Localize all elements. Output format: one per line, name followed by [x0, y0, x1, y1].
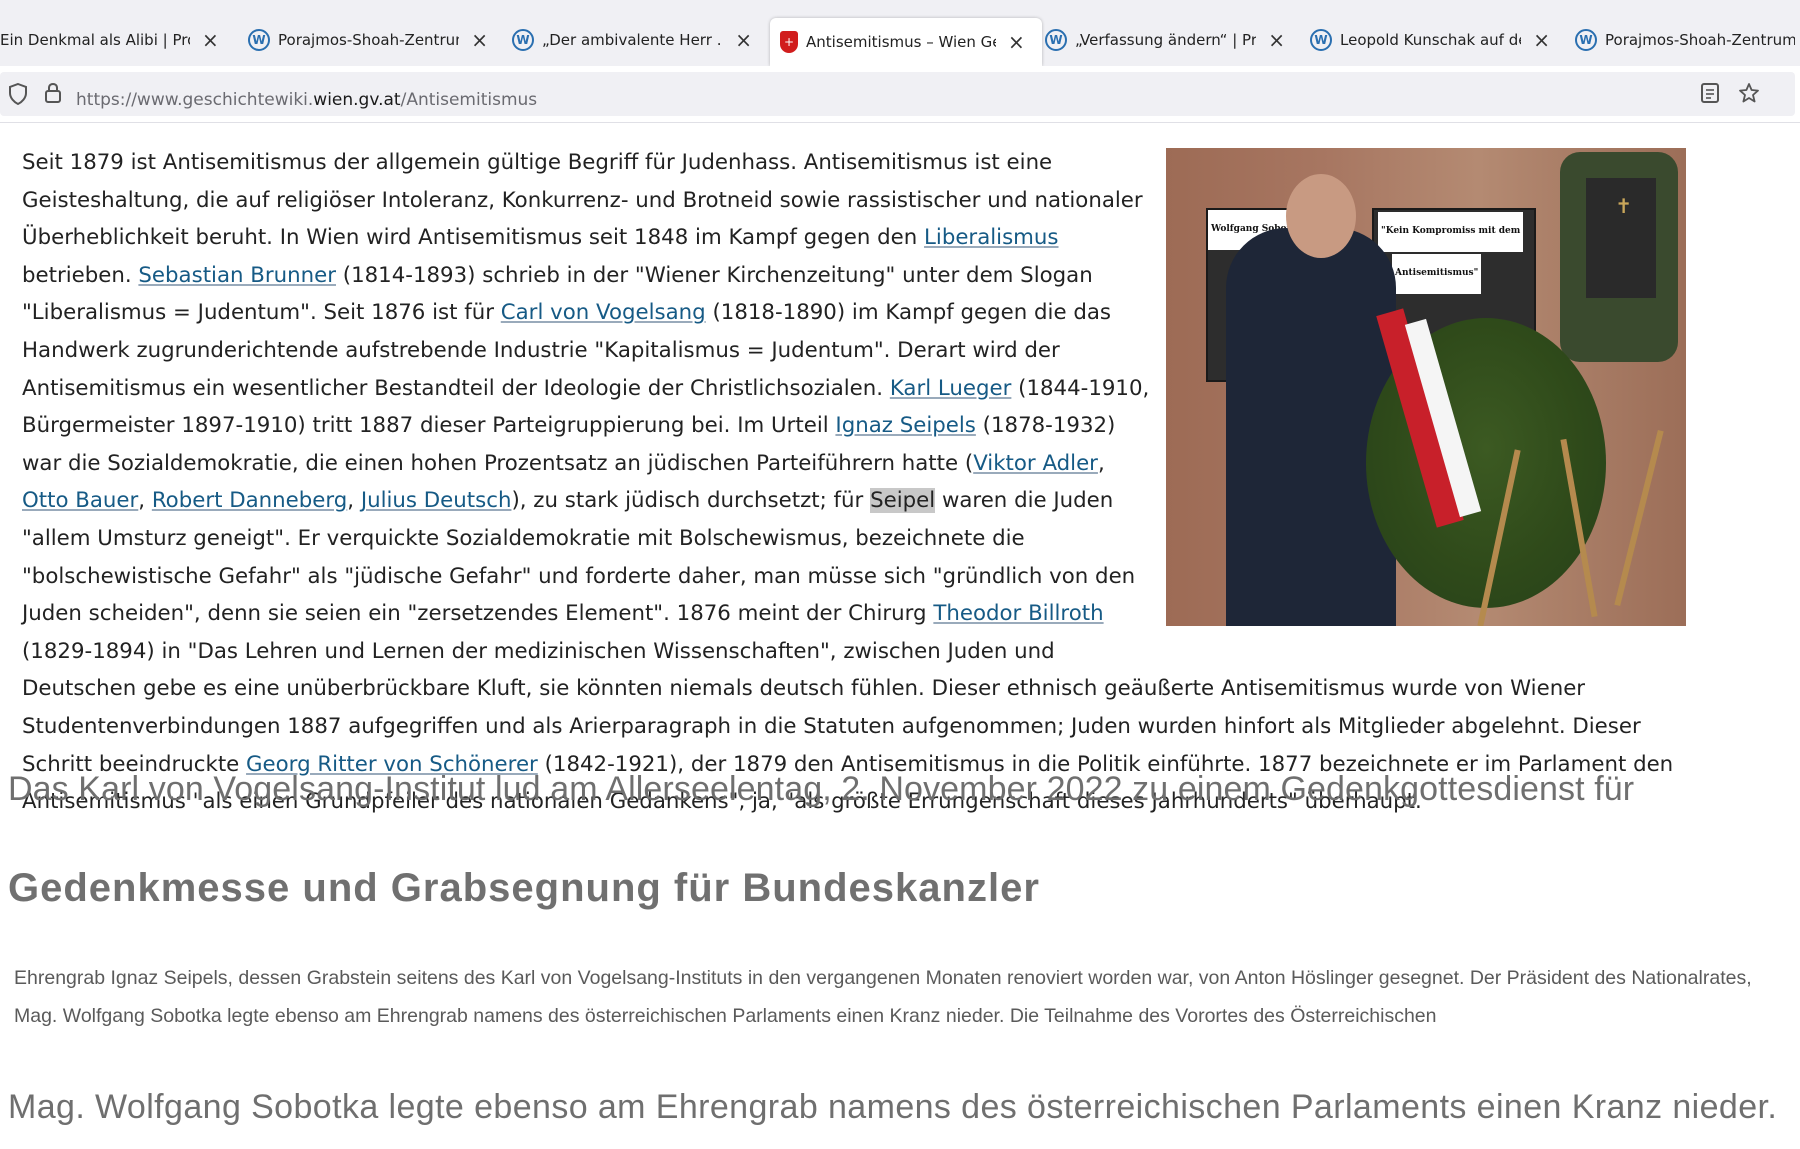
text-run: ,	[347, 488, 361, 514]
tab-title: Porajmos-Shoah-Zentrum	[278, 31, 460, 49]
overlay-caption: Das Karl von Vogelsang-Institut lud am A…	[8, 770, 1635, 808]
url-path: /Antisemitismus	[400, 90, 538, 110]
easel-leg	[1614, 429, 1664, 607]
close-icon[interactable]: ×	[202, 28, 219, 52]
tab-ambivalente-herr[interactable]: W „Der ambivalente Herr …“ | ×	[512, 22, 752, 58]
tab-verfassung-aendern[interactable]: W „Verfassung ändern“ | Pron ×	[1045, 22, 1285, 58]
link-viktor-adler[interactable]: Viktor Adler	[973, 451, 1098, 476]
navigation-bar: https://www.geschichtewiki.wien.gv.at/An…	[0, 66, 1800, 123]
link-liberalismus[interactable]: Liberalismus	[924, 225, 1058, 250]
article-body: Wolfgang Sobotka: "Kein Kompromiss mit d…	[22, 144, 1686, 821]
shield-icon[interactable]	[8, 83, 28, 105]
tab-porajmos-2[interactable]: W Porajmos-Shoah-Zentrum	[1575, 22, 1800, 58]
highlighted-search-term: Seipel	[870, 488, 936, 514]
close-icon[interactable]: ×	[471, 28, 488, 52]
wordpress-icon: W	[1310, 29, 1332, 51]
bookmark-star-icon[interactable]	[1738, 82, 1760, 104]
url-text[interactable]: https://www.geschichtewiki.wien.gv.at/An…	[76, 90, 537, 110]
lock-icon[interactable]	[44, 82, 62, 104]
link-robert-danneberg[interactable]: Robert Danneberg	[152, 488, 347, 513]
url-prefix: https://www.geschichtewiki.	[76, 90, 314, 110]
wordpress-icon: W	[512, 29, 534, 51]
wordpress-icon: W	[248, 29, 270, 51]
tab-leopold-kunschak[interactable]: W Leopold Kunschak auf dem ×	[1310, 22, 1550, 58]
link-theodor-billroth[interactable]: Theodor Billroth	[933, 601, 1103, 626]
overlay-small-text: Ehrengrab Ignaz Seipels, dessen Grabstei…	[14, 967, 1752, 1027]
close-icon[interactable]: ×	[1268, 28, 1285, 52]
link-sebastian-brunner[interactable]: Sebastian Brunner	[138, 263, 336, 288]
wreath-laying-photo: Wolfgang Sobotka: "Kein Kompromiss mit d…	[1166, 148, 1686, 626]
text-run: ), zu stark jüdisch durchsetzt; für	[511, 488, 871, 514]
wordpress-icon: W	[1045, 29, 1067, 51]
close-icon[interactable]: ×	[1533, 28, 1550, 52]
vienna-shield-icon: +	[780, 31, 798, 53]
person-head	[1286, 174, 1356, 258]
close-icon[interactable]: ×	[735, 28, 752, 52]
tab-ein-denkmal[interactable]: W Ein Denkmal als Alibi | Pron ×	[0, 22, 220, 58]
link-carl-von-vogelsang[interactable]: Carl von Vogelsang	[501, 300, 706, 325]
link-ignaz-seipels[interactable]: Ignaz Seipels	[835, 413, 975, 438]
wordpress-icon: W	[1575, 29, 1597, 51]
link-julius-deutsch[interactable]: Julius Deutsch	[361, 488, 512, 513]
tab-title: „Der ambivalente Herr …“ |	[542, 31, 723, 49]
tab-title: Porajmos-Shoah-Zentrum	[1605, 31, 1795, 49]
tab-title: Leopold Kunschak auf dem	[1340, 31, 1521, 49]
close-icon[interactable]: ×	[1008, 30, 1025, 54]
tab-title: Antisemitismus – Wien Ges	[806, 33, 996, 51]
link-otto-bauer[interactable]: Otto Bauer	[22, 488, 138, 513]
overlay-bottom-line: Mag. Wolfgang Sobotka legte ebenso am Eh…	[8, 1088, 1778, 1126]
url-domain: wien.gv.at	[313, 90, 401, 110]
reader-view-icon[interactable]	[1700, 82, 1720, 104]
text-run: ,	[1097, 450, 1105, 476]
link-karl-lueger[interactable]: Karl Lueger	[890, 376, 1012, 401]
sign-right-label-1: "Kein Kompromiss mit dem	[1378, 212, 1524, 252]
tab-antisemitismus[interactable]: + Antisemitismus – Wien Ges ×	[770, 18, 1042, 66]
tab-title: Ein Denkmal als Alibi | Pron	[0, 31, 190, 49]
cross-icon: ✝	[1615, 194, 1632, 218]
tab-porajmos-1[interactable]: W Porajmos-Shoah-Zentrum ×	[248, 22, 488, 58]
sign-right-label-2: Antisemitismus"	[1392, 254, 1482, 294]
tab-bar: W Ein Denkmal als Alibi | Pron × W Poraj…	[0, 0, 1800, 66]
text-run: betrieben.	[22, 262, 139, 288]
overlay-headline: Gedenkmesse und Grabsegnung für Bundeska…	[8, 866, 1040, 910]
url-field[interactable]: https://www.geschichtewiki.wien.gv.at/An…	[0, 72, 1795, 116]
text-run: ,	[138, 488, 152, 514]
tab-title: „Verfassung ändern“ | Pron	[1075, 31, 1257, 49]
